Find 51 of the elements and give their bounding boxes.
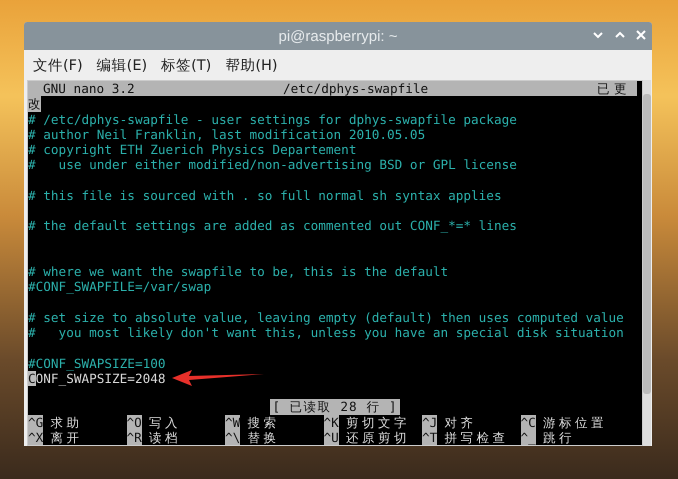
menu-item[interactable]: 编辑(E) xyxy=(96,54,148,76)
code-line: # copyright ETH Zuerich Physics Departement xyxy=(28,142,356,158)
code-line: ONF_SWAPSIZE=2048 xyxy=(36,370,166,386)
code-line: # /etc/dphys-swapfile - user settings for dphys-swapfile package xyxy=(28,112,517,127)
menu-item[interactable]: 标签(T) xyxy=(161,54,212,76)
modified-status: 改 xyxy=(28,96,41,112)
shortcut-key: ^_ xyxy=(520,430,536,445)
shortcut-label: 游标位置 xyxy=(542,414,607,430)
shortcut-key: ^G xyxy=(28,414,44,430)
shortcut-label: 求助 xyxy=(50,414,82,430)
close-icon[interactable] xyxy=(636,30,646,40)
code-line: #CONF_SWAPSIZE=100 xyxy=(28,356,166,371)
shortcut-key: ^K xyxy=(324,414,339,430)
shortcut-key: ^J xyxy=(422,414,438,430)
shortcut-label: 对齐 xyxy=(444,414,476,430)
maximize-icon[interactable] xyxy=(614,31,626,39)
window-title: pi@raspberrypi: ~ xyxy=(278,28,398,44)
file-name: /etc/dphys-swapfile xyxy=(283,81,430,96)
shortcut-label: 替换 xyxy=(247,430,280,445)
shortcut-key: ^C xyxy=(520,414,536,430)
text-cursor: C xyxy=(28,370,36,386)
scrollbar[interactable] xyxy=(643,80,651,446)
code-line: # author Neil Franklin, last modification 2010.05.05 xyxy=(28,126,426,142)
modified-status: 已更 xyxy=(597,81,631,96)
menu-item[interactable]: 文件(F) xyxy=(33,54,83,76)
shortcut-label: 搜索 xyxy=(247,414,280,430)
shortcut-key: ^O xyxy=(126,414,142,430)
shortcut-label: 剪切文字 xyxy=(346,414,410,430)
status-message: [ 已读取 28 行 ] xyxy=(270,399,400,414)
shortcut-label: 写入 xyxy=(148,414,181,430)
shortcut-key: ^T xyxy=(422,430,438,445)
shortcut-key: ^U xyxy=(324,430,339,445)
code-line: # you most likely don't want this, unless you have an special disk situation xyxy=(28,325,624,340)
menu-item[interactable]: 帮助(H) xyxy=(225,54,278,76)
code-line: # where we want the swapfile to be, this is the default xyxy=(28,264,448,280)
shortcut-label: 还原剪切 xyxy=(346,430,410,445)
shortcut-label: 读档 xyxy=(148,430,181,445)
code-line: #CONF_SWAPFILE=/var/swap xyxy=(28,279,212,294)
code-line: # the default settings are added as commented out CONF_*=* lines xyxy=(28,218,517,234)
code-line: # use under either modified/non-advertising BSD or GPL license xyxy=(28,157,517,172)
code-line: # this file is sourced with . so full normal sh syntax applies xyxy=(28,188,502,203)
shortcut-key: ^R xyxy=(126,430,142,445)
shortcut-key: ^\ xyxy=(225,430,240,445)
shortcut-key: ^X xyxy=(28,430,44,445)
shortcut-label: 拼写检查 xyxy=(444,430,508,445)
shortcut-label: 跳行 xyxy=(542,430,575,445)
code-line: # set size to absolute value, leaving empty (default) then uses computed value xyxy=(28,310,624,325)
editor-version: GNU nano 3.2 xyxy=(43,81,136,96)
minimize-icon[interactable] xyxy=(592,31,604,39)
scrollbar-thumb[interactable] xyxy=(643,94,651,394)
shortcut-label: 离开 xyxy=(50,430,82,445)
